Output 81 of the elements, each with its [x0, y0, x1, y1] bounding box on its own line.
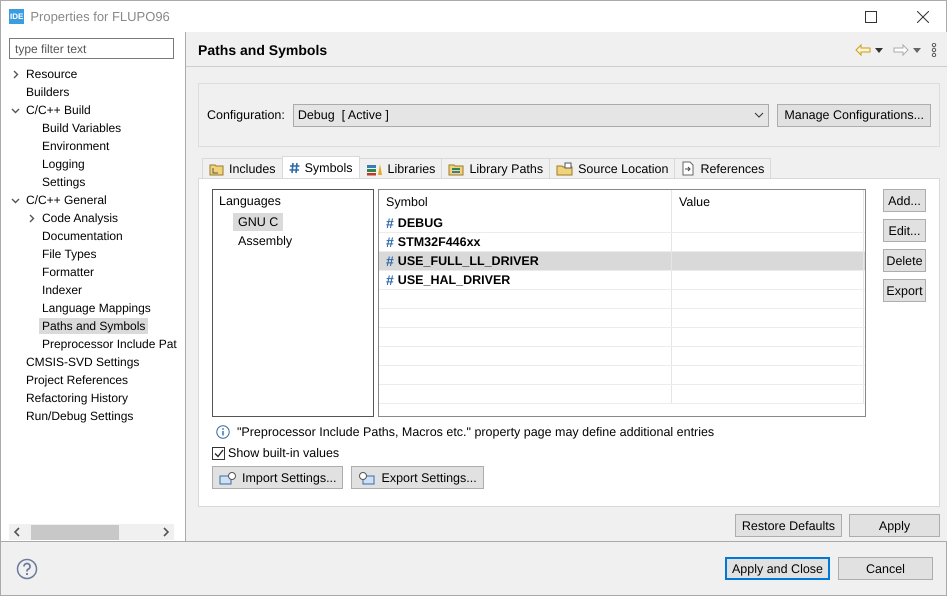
tree-item[interactable]: Logging — [39, 156, 88, 172]
hash-icon: # — [386, 253, 394, 269]
apply-and-close-button[interactable]: Apply and Close — [724, 557, 830, 580]
dropdown-caret-icon[interactable] — [913, 48, 921, 52]
tree-item[interactable]: Documentation — [39, 228, 126, 244]
hash-icon: # — [386, 215, 394, 231]
side-button[interactable]: Edit... — [883, 219, 926, 242]
hash-icon — [288, 162, 300, 174]
info-icon — [216, 425, 230, 439]
info-text: "Preprocessor Include Paths, Macros etc." property page may define additional entries — [237, 425, 714, 439]
tree-item[interactable]: Build Variables — [39, 120, 124, 136]
tree-item[interactable]: Code Analysis — [39, 210, 122, 226]
column-header[interactable]: Symbol — [379, 190, 672, 214]
tree-item[interactable]: C/C++ Build — [23, 102, 94, 118]
help-icon[interactable] — [16, 558, 38, 580]
tree-item[interactable]: Paths and Symbols — [39, 318, 148, 334]
tree-item[interactable]: Preprocessor Include Pat — [39, 336, 180, 352]
chevron-down-icon[interactable] — [754, 112, 764, 118]
window-title: Properties for FLUPO96 — [30, 9, 171, 24]
checkbox-label: Show built-in values — [228, 446, 340, 460]
tab[interactable]: Source Location — [549, 158, 676, 178]
restore-defaults-button[interactable]: Restore Defaults — [734, 514, 842, 537]
configuration-label: Configuration: — [207, 108, 285, 122]
tree-item[interactable]: Language Mappings — [39, 300, 154, 316]
table-row[interactable]: # USE_FULL_LL_DRIVER — [379, 252, 865, 271]
side-button[interactable]: Delete — [883, 249, 926, 272]
apply-button[interactable]: Apply — [849, 514, 940, 537]
export-settings-button[interactable]: Export Settings... — [351, 466, 484, 489]
more-menu-icon[interactable] — [931, 43, 937, 57]
app-logo: IDE — [9, 9, 24, 24]
hash-icon: # — [386, 234, 394, 250]
scroll-left-icon[interactable] — [13, 527, 22, 537]
table-row[interactable]: # USE_HAL_DRIVER — [379, 271, 865, 290]
side-button[interactable]: Add... — [883, 189, 926, 212]
tab[interactable]: Library Paths — [441, 158, 550, 178]
table-row[interactable]: # DEBUG — [379, 214, 865, 233]
tree-item[interactable]: Formatter — [39, 264, 98, 280]
tree-item[interactable]: Run/Debug Settings — [23, 408, 136, 424]
tab[interactable]: References — [674, 158, 772, 178]
close-icon[interactable] — [917, 10, 929, 22]
cancel-button[interactable]: Cancel — [838, 557, 933, 580]
import-icon — [219, 470, 237, 484]
tree-item[interactable]: CMSIS-SVD Settings — [23, 354, 142, 370]
dropdown-caret-icon[interactable] — [875, 48, 883, 52]
document-arrow-icon — [681, 161, 696, 176]
tree-item[interactable]: Settings — [39, 174, 88, 190]
import-settings-button[interactable]: Import Settings... — [212, 466, 344, 489]
manage-configurations-button[interactable]: Manage Configurations... — [777, 104, 931, 126]
tree-item[interactable]: C/C++ General — [23, 192, 110, 208]
tree-item[interactable]: File Types — [39, 246, 100, 262]
page-title: Paths and Symbols — [198, 42, 328, 58]
configuration-value: Debug [ Active ] — [298, 108, 389, 122]
symbol-name: STM32F446xx — [398, 235, 480, 249]
scroll-right-icon[interactable] — [161, 527, 170, 537]
symbol-name: USE_FULL_LL_DRIVER — [398, 254, 539, 268]
tree-item[interactable]: Refactoring History — [23, 390, 132, 406]
folder-icon — [556, 162, 574, 176]
maximize-icon[interactable] — [865, 10, 877, 22]
symbol-name: USE_HAL_DRIVER — [398, 273, 510, 287]
tree-item[interactable]: Project References — [23, 372, 132, 388]
filter-field[interactable]: type filter text — [9, 38, 174, 59]
tree-item[interactable]: Resource — [23, 66, 80, 82]
language-item[interactable]: Assembly — [233, 232, 298, 250]
folder-icon — [209, 162, 224, 176]
symbol-name: DEBUG — [398, 216, 443, 230]
folder-books-icon — [448, 162, 464, 176]
column-header[interactable]: Value — [672, 190, 864, 214]
checkbox[interactable] — [212, 446, 225, 460]
hash-icon: # — [386, 272, 394, 288]
tree-item[interactable]: Indexer — [39, 282, 86, 298]
list-heading: Languages — [219, 194, 282, 210]
tab[interactable]: Libraries — [358, 158, 442, 178]
language-item[interactable]: GNU C — [233, 212, 284, 230]
configuration-dropdown[interactable]: Debug [ Active ] — [292, 104, 770, 126]
tree-item[interactable]: Environment — [39, 138, 112, 154]
tree-item[interactable]: Builders — [23, 84, 72, 100]
horizontal-scrollbar[interactable] — [9, 524, 174, 540]
side-button[interactable]: Export — [883, 279, 926, 302]
tab[interactable]: Symbols — [282, 156, 360, 178]
tab[interactable]: Includes — [202, 158, 283, 178]
export-icon — [358, 470, 376, 484]
